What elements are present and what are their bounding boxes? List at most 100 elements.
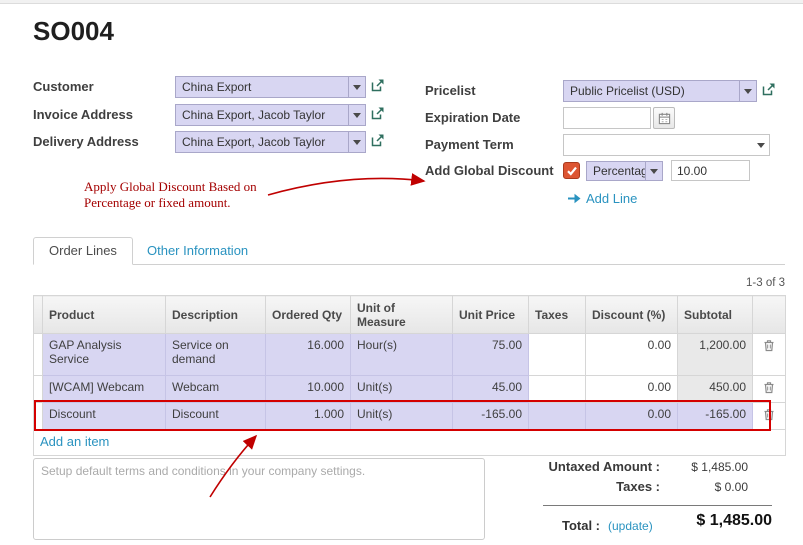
col-taxes: Taxes <box>529 296 586 334</box>
caret-down-icon <box>650 169 658 174</box>
cell-unit-of-measure[interactable]: Hour(s) <box>351 334 453 376</box>
cell-discount[interactable]: 0.00 <box>586 376 678 403</box>
cell-taxes[interactable] <box>529 376 586 403</box>
cell-ordered-qty[interactable]: 10.000 <box>266 376 351 403</box>
tab-other-information[interactable]: Other Information <box>147 243 248 258</box>
calendar-button[interactable] <box>653 107 675 129</box>
order-line-row-discount[interactable]: Discount Discount 1.000 Unit(s) -165.00 … <box>34 403 786 430</box>
invoice-address-label: Invoice Address <box>33 104 133 126</box>
order-line-row-2[interactable]: [WCAM] Webcam Webcam 10.000 Unit(s) 45.0… <box>34 376 786 403</box>
check-icon <box>566 165 578 177</box>
global-discount-label: Add Global Discount <box>425 160 554 182</box>
delete-line-button[interactable] <box>753 376 786 403</box>
col-unit-of-measure: Unit of Measure <box>351 296 453 334</box>
pager[interactable]: 1-3 of 3 <box>600 277 785 289</box>
table-header-row: Product Description Ordered Qty Unit of … <box>34 296 786 334</box>
top-divider <box>0 0 803 4</box>
global-discount-checkbox[interactable] <box>563 162 580 179</box>
discount-mode-value: Percentage <box>587 162 645 180</box>
cell-unit-of-measure[interactable]: Unit(s) <box>351 376 453 403</box>
trash-icon <box>763 339 775 352</box>
customer-label: Customer <box>33 76 94 98</box>
customer-dropdown-button[interactable] <box>348 77 365 97</box>
col-subtotal: Subtotal <box>678 296 753 334</box>
cell-product[interactable]: Discount <box>43 403 166 430</box>
cell-description[interactable]: Discount <box>166 403 266 430</box>
col-product: Product <box>43 296 166 334</box>
delivery-address-external-link-icon[interactable] <box>370 133 386 149</box>
discount-mode-dropdown-button[interactable] <box>645 162 662 180</box>
discount-amount-input[interactable] <box>671 160 750 181</box>
add-item-row: Add an item <box>34 430 786 456</box>
invoice-address-select[interactable]: China Export, Jacob Taylor <box>175 104 366 126</box>
invoice-address-value: China Export, Jacob Taylor <box>176 105 348 125</box>
col-unit-price: Unit Price <box>453 296 529 334</box>
untaxed-amount-value: $ 1,485.00 <box>660 460 748 474</box>
col-handle <box>34 296 43 334</box>
add-line-button[interactable]: Add Line <box>568 191 637 206</box>
delete-line-button[interactable] <box>753 334 786 376</box>
cell-discount[interactable]: 0.00 <box>586 403 678 430</box>
col-discount: Discount (%) <box>586 296 678 334</box>
row-handle <box>34 334 43 376</box>
payment-term-select[interactable] <box>563 134 770 156</box>
row-handle <box>34 403 43 430</box>
page-title: SO004 <box>33 16 114 47</box>
customer-value: China Export <box>176 77 348 97</box>
cell-ordered-qty[interactable]: 16.000 <box>266 334 351 376</box>
delivery-address-dropdown-button[interactable] <box>348 132 365 152</box>
taxes-label: Taxes : <box>455 479 660 494</box>
total-label: Total : <box>490 518 600 533</box>
order-lines-table: Product Description Ordered Qty Unit of … <box>33 295 786 456</box>
cell-product[interactable]: [WCAM] Webcam <box>43 376 166 403</box>
caret-down-icon <box>353 113 361 118</box>
totals-divider <box>543 505 772 506</box>
trash-icon <box>763 408 775 421</box>
caret-down-icon <box>353 85 361 90</box>
row-handle <box>34 376 43 403</box>
cell-ordered-qty[interactable]: 1.000 <box>266 403 351 430</box>
expiration-date-input[interactable] <box>563 107 651 129</box>
delivery-address-value: China Export, Jacob Taylor <box>176 132 348 152</box>
cell-description[interactable]: Service on demand <box>166 334 266 376</box>
expiration-date-label: Expiration Date <box>425 107 520 129</box>
pricelist-select[interactable]: Public Pricelist (USD) <box>563 80 757 102</box>
caret-down-icon <box>757 143 765 148</box>
col-delete <box>753 296 786 334</box>
cell-discount[interactable]: 0.00 <box>586 334 678 376</box>
tab-bar <box>33 237 785 265</box>
calendar-icon <box>658 112 671 125</box>
trash-icon <box>763 381 775 394</box>
cell-description[interactable]: Webcam <box>166 376 266 403</box>
invoice-address-dropdown-button[interactable] <box>348 105 365 125</box>
add-item-link[interactable]: Add an item <box>40 434 109 449</box>
cell-unit-price[interactable]: -165.00 <box>453 403 529 430</box>
cell-unit-price[interactable]: 75.00 <box>453 334 529 376</box>
delete-line-button[interactable] <box>753 403 786 430</box>
order-line-row-1[interactable]: GAP Analysis Service Service on demand 1… <box>34 334 786 376</box>
cell-product[interactable]: GAP Analysis Service <box>43 334 166 376</box>
cell-subtotal: 1,200.00 <box>678 334 753 376</box>
pricelist-value: Public Pricelist (USD) <box>564 81 739 101</box>
cell-taxes[interactable] <box>529 403 586 430</box>
cell-unit-of-measure[interactable]: Unit(s) <box>351 403 453 430</box>
customer-external-link-icon[interactable] <box>370 78 386 94</box>
invoice-address-external-link-icon[interactable] <box>370 106 386 122</box>
delivery-address-select[interactable]: China Export, Jacob Taylor <box>175 131 366 153</box>
discount-mode-select[interactable]: Percentage <box>586 161 663 181</box>
caret-down-icon <box>353 140 361 145</box>
sales-order-page: SO004 Customer China Export Invoice Addr… <box>0 0 803 545</box>
pricelist-dropdown-button[interactable] <box>739 81 756 101</box>
pricelist-external-link-icon[interactable] <box>761 82 777 98</box>
caret-down-icon <box>744 89 752 94</box>
payment-term-dropdown-button[interactable] <box>753 143 769 148</box>
terms-notes-textarea[interactable] <box>33 458 485 540</box>
payment-term-label: Payment Term <box>425 134 514 156</box>
arrow-right-icon <box>568 193 581 204</box>
customer-select[interactable]: China Export <box>175 76 366 98</box>
untaxed-amount-label: Untaxed Amount : <box>455 459 660 474</box>
cell-unit-price[interactable]: 45.00 <box>453 376 529 403</box>
tab-order-lines[interactable]: Order Lines <box>33 237 133 265</box>
total-value: $ 1,485.00 <box>620 512 772 530</box>
cell-taxes[interactable] <box>529 334 586 376</box>
